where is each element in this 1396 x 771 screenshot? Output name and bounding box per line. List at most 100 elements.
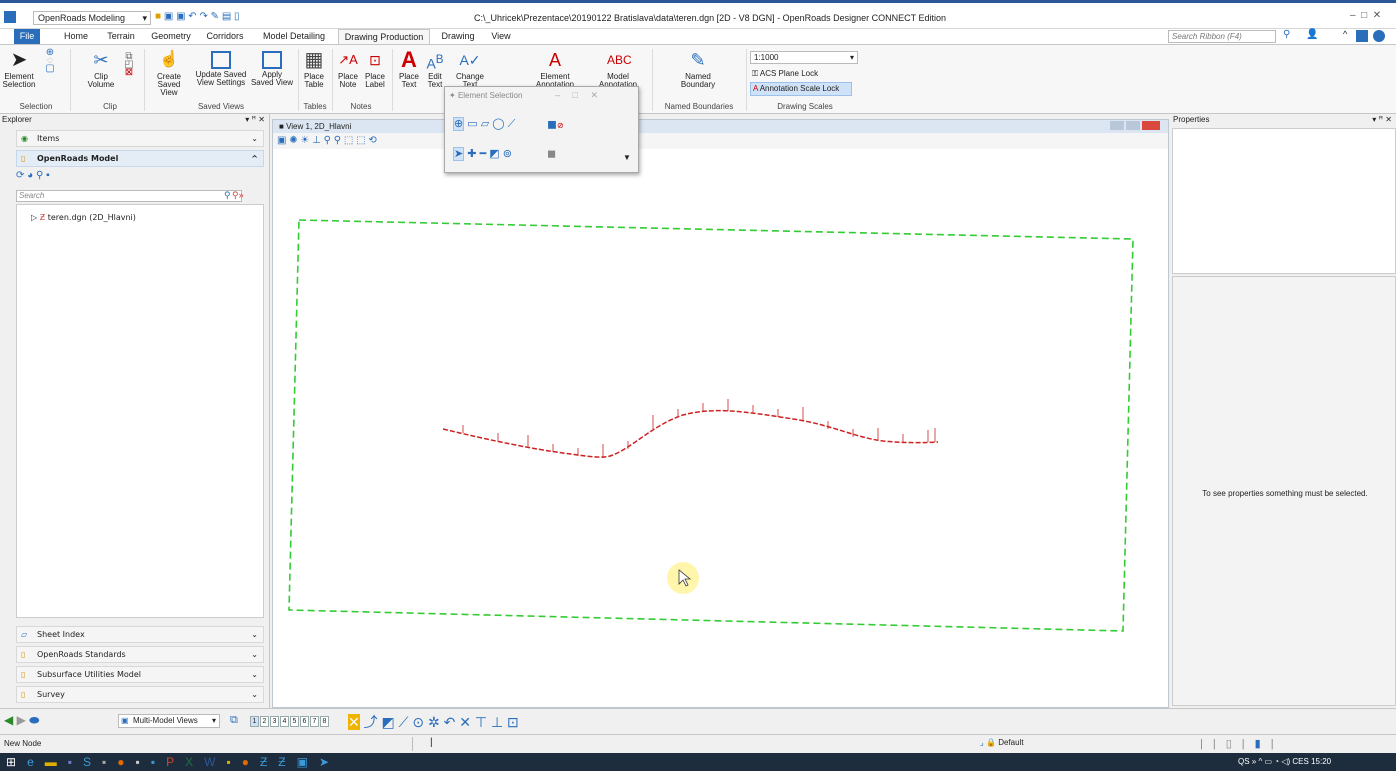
selection-mode-row[interactable]: ➤ ✚ ━ ◩ ⊚ (453, 147, 512, 161)
place-note-button[interactable]: ↗A Place Note (336, 49, 360, 89)
restore-view-icon[interactable] (1125, 121, 1140, 130)
tab-drawing-production[interactable]: Drawing Production (338, 29, 430, 44)
maximize-icon[interactable]: □ (573, 90, 578, 100)
model-icon[interactable]: ⬬ (29, 713, 39, 727)
status-tool-2-icon[interactable]: | (1213, 738, 1226, 750)
line-select-icon[interactable]: ⟋ (508, 118, 516, 130)
bisector-snap-icon[interactable]: ↶ (444, 714, 456, 730)
model-status-icon[interactable]: ▮ (1255, 738, 1271, 750)
powerpoint-icon[interactable]: P (166, 755, 185, 769)
sheet-index-section[interactable]: ▱ Sheet Index ⌄ (16, 626, 264, 643)
layout-icon[interactable] (1356, 30, 1368, 42)
origin-snap-icon[interactable]: ✲ (428, 714, 440, 730)
excel-icon[interactable]: X (185, 755, 204, 769)
dialog-titlebar[interactable]: ✦ Element Selection (449, 91, 522, 100)
level-display-icon[interactable]: ⊥ (312, 135, 321, 146)
forward-icon[interactable]: ▶ (17, 713, 26, 727)
view-3-button[interactable]: 3 (270, 716, 279, 727)
find-icon[interactable]: ⚲ (36, 170, 43, 181)
clock[interactable]: 15:20 (1311, 757, 1331, 766)
element-annotation-button[interactable]: A Element Annotation (530, 49, 580, 89)
rotate-icon[interactable]: ⟲ (368, 135, 376, 146)
app-icon-8[interactable]: ● (242, 755, 260, 769)
named-boundary-button[interactable]: ✎ Named Boundary (670, 49, 726, 89)
annotation-scale-lock-toggle[interactable]: A Annotation Scale Lock (750, 82, 852, 96)
status-tool-4-icon[interactable]: | (1271, 738, 1284, 750)
circle-select-icon[interactable]: ◯ (492, 118, 504, 130)
ribbon-search-input[interactable]: Search Ribbon (F4) (1168, 30, 1276, 43)
model-annotation-button[interactable]: ABC Model Annotation (592, 49, 644, 89)
keypoint-snap-icon[interactable]: ◩ (382, 714, 395, 730)
system-tray[interactable]: QS » ^ ▭ ◔ ◁) CES 15:20 (1238, 757, 1331, 766)
clip-tools-icons[interactable]: ⧉ ◰ ⊠ (120, 52, 138, 78)
view-8-button[interactable]: 8 (320, 716, 329, 727)
zoom-in-icon[interactable]: ⚲ (324, 135, 331, 146)
wifi-icon[interactable]: ◔ (1274, 757, 1279, 766)
tray-expand-icon[interactable]: » ^ (1252, 757, 1262, 766)
app-icon-1[interactable]: ▪ (68, 755, 83, 769)
back-icon[interactable]: ◀ (4, 713, 13, 727)
select-all-icon[interactable]: ⊚ (503, 148, 512, 160)
minimize-icon[interactable]: – (1350, 10, 1356, 21)
view-groups-icon[interactable]: ⧉ (230, 714, 238, 727)
intersection-snap-icon[interactable]: ✕ (459, 714, 471, 730)
redo-icon[interactable]: ↷ (199, 11, 207, 22)
selection-method-row[interactable]: ⊕ ▭ ▱ ◯ ⟋ (453, 117, 515, 131)
view-4-button[interactable]: 4 (280, 716, 289, 727)
view-6-button[interactable]: 6 (300, 716, 309, 727)
view-toolbar[interactable]: ▣ ✺ ☀ ⊥ ⚲ ⚲ ⬚ ⬚ ⟲ (273, 133, 1168, 149)
minimize-icon[interactable]: – (555, 90, 560, 100)
view-attributes-icon[interactable]: ▣ (277, 135, 286, 146)
tab-corridors[interactable]: Corridors (200, 29, 250, 44)
subsurface-utilities-section[interactable]: ▯ Subsurface Utilities Model ⌄ (16, 666, 264, 683)
app-icon-6[interactable]: ▪ (151, 755, 166, 769)
close-view-icon[interactable] (1142, 121, 1160, 130)
expand-dialog-icon[interactable]: ▼ (623, 153, 631, 162)
open-folder-icon[interactable]: ■ (155, 11, 161, 22)
app-icon-7[interactable]: ▪ (226, 755, 241, 769)
maximize-icon[interactable]: □ (1361, 10, 1367, 21)
fit-view-icon[interactable]: ⬚ (356, 135, 365, 146)
block-select-icon[interactable]: ▭ (467, 118, 477, 130)
display-style-icon[interactable]: ✺ (289, 135, 297, 146)
globe-icon[interactable]: ◕ (27, 170, 33, 181)
expand-icon[interactable]: ▷ (31, 213, 37, 222)
window-controls[interactable]: – □ ✕ (1350, 10, 1381, 21)
pen-icon[interactable]: ✎ (211, 11, 219, 22)
browser-icon[interactable]: e (27, 755, 45, 769)
accudraw-icon[interactable]: ✕ (348, 714, 360, 730)
tab-drawing[interactable]: Drawing (436, 29, 480, 44)
clear-selection-button[interactable]: ◼⊘ (547, 117, 564, 131)
volume-icon[interactable]: ◁) (1281, 757, 1290, 766)
place-label-button[interactable]: ⊡ Place Label (362, 49, 388, 89)
place-table-button[interactable]: ▦ Place Table (300, 49, 328, 89)
snap-settings-icon[interactable]: ⊡ (507, 714, 519, 730)
tab-geometry[interactable]: Geometry (147, 29, 195, 44)
explorer-icon[interactable]: ▬ (45, 755, 68, 769)
openroads-standards-section[interactable]: ▯ OpenRoads Standards ⌄ (16, 646, 264, 663)
individual-select-icon[interactable]: ⊕ (453, 117, 465, 131)
tab-home[interactable]: Home (56, 29, 96, 44)
close-icon[interactable]: ✕ (590, 90, 598, 100)
tab-model-detailing[interactable]: Model Detailing (258, 29, 330, 44)
status-tool-3-icon[interactable]: | (1242, 738, 1255, 750)
element-selection-dialog[interactable]: ✦ Element Selection – □ ✕ ⊕ ▭ ▱ ◯ ⟋ ◼⊘ ➤… (444, 86, 639, 173)
telegram-icon[interactable]: ➤ (319, 755, 340, 769)
collapse-ribbon-icon[interactable]: ^ (1343, 29, 1347, 39)
shape-select-icon[interactable]: ▱ (481, 118, 489, 130)
multi-model-views-dropdown[interactable]: ▣ Multi-Model Views ▾ (118, 714, 220, 728)
openroads-model-section[interactable]: ▯ OpenRoads Model ^ (16, 150, 264, 167)
survey-section[interactable]: ▯ Survey ⌄ (16, 686, 264, 703)
select-mode-icon[interactable]: ▢ (38, 64, 62, 74)
tangent-snap-icon[interactable]: ⊤ (475, 714, 487, 730)
subtract-selection-icon[interactable]: ━ (480, 148, 487, 160)
light-icon[interactable]: ☀ (300, 135, 309, 146)
help-icon[interactable] (1373, 30, 1385, 42)
word-icon[interactable]: W (204, 755, 226, 769)
language-indicator[interactable]: CES (1292, 757, 1308, 766)
start-icon[interactable]: ⊞ (6, 755, 27, 769)
invert-selection-icon[interactable]: ◩ (489, 148, 499, 160)
properties-icon[interactable]: ▯ (234, 11, 240, 22)
element-selection-button[interactable]: ➤ Element Selection (2, 49, 36, 89)
accudraw-toolbar[interactable]: ✕ ⤴ ◩ ⟋ ⊙ ✲ ↶ ✕ ⊤ ⊥ ⊡ (348, 712, 519, 732)
